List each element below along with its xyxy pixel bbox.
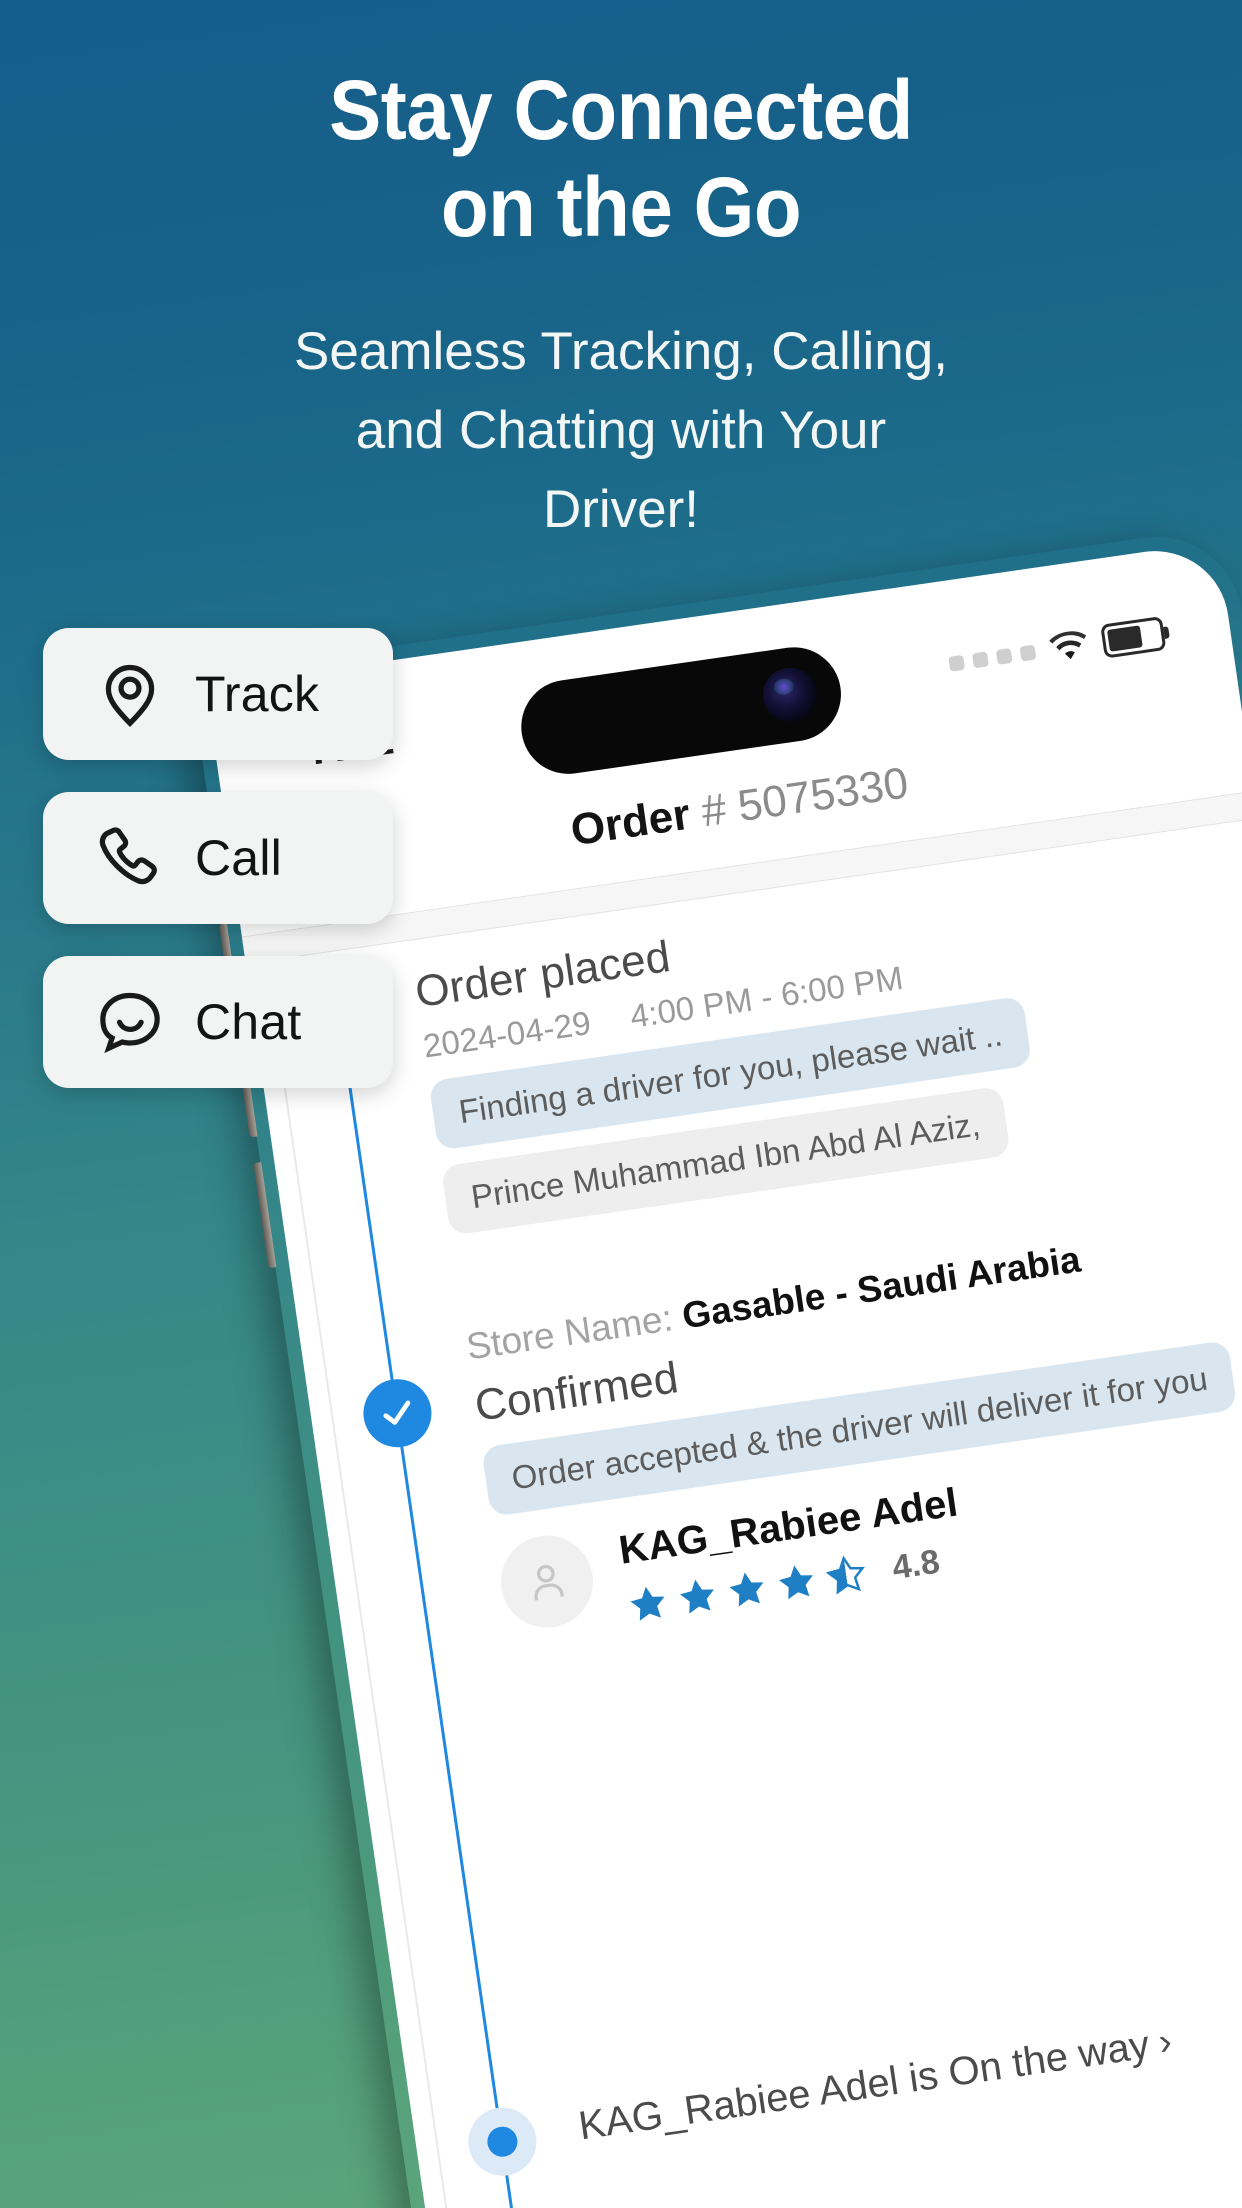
star-icon — [729, 1572, 764, 1607]
star-icon — [630, 1586, 665, 1621]
feature-pill-chat-label: Chat — [195, 994, 302, 1050]
subtitle-line-3: Driver! — [542, 480, 700, 539]
timeline-node-dot — [485, 2124, 520, 2159]
cellular-signal-icon — [948, 644, 1037, 672]
dynamic-island — [515, 641, 848, 781]
promo-screen: Stay Connected on the Go Seamless Tracki… — [0, 0, 1242, 2208]
timeline-step-confirmed: Store Name: Gasable - Saudi Arabia Confi… — [461, 1191, 1242, 1645]
feature-pill-track-label: Track — [195, 666, 320, 722]
rating-value: 4.8 — [889, 1542, 943, 1587]
timeline-node-on-the-way — [463, 2103, 541, 2181]
feature-pill-call[interactable]: Call — [43, 792, 393, 924]
person-icon — [534, 1564, 564, 1601]
battery-icon — [1100, 616, 1167, 659]
headline-line-2: on the Go — [440, 160, 802, 254]
subtitle-line-2: and Chatting with Your — [355, 401, 887, 460]
feature-pill-call-label: Call — [195, 830, 282, 886]
chat-bubble-icon — [93, 985, 167, 1059]
feature-pill-list: Track Call Chat — [43, 628, 393, 1120]
timeline-step-on-the-way[interactable]: KAG_Rabiee Adel is On the way › — [576, 1986, 1242, 2149]
check-icon — [383, 1400, 411, 1425]
feature-pill-chat[interactable]: Chat — [43, 956, 393, 1088]
page-subtitle: Seamless Tracking, Calling, and Chatting… — [78, 312, 1164, 549]
status-bar-indicators — [947, 616, 1167, 681]
timeline-node-confirmed — [358, 1374, 436, 1452]
front-camera-icon — [759, 664, 821, 726]
driver-meta: KAG_Rabiee Adel 4.8 — [616, 1477, 969, 1628]
star-icon — [680, 1579, 714, 1614]
star-icon — [778, 1565, 813, 1600]
page-title: Stay Connected on the Go — [43, 62, 1198, 256]
order-number: # 5075330 — [698, 758, 912, 837]
feature-pill-track[interactable]: Track — [43, 628, 393, 760]
subtitle-line-1: Seamless Tracking, Calling, — [294, 322, 948, 381]
wifi-icon — [1047, 629, 1091, 664]
on-the-way-row[interactable]: KAG_Rabiee Adel is On the way › — [576, 1986, 1242, 2149]
phone-icon — [93, 821, 167, 895]
star-half-icon — [825, 1555, 865, 1595]
headline-line-1: Stay Connected — [329, 63, 913, 157]
chevron-right-icon[interactable]: › — [1156, 2020, 1175, 2064]
location-pin-icon — [93, 657, 167, 731]
on-the-way-title: KAG_Rabiee Adel is On the way — [575, 2022, 1153, 2149]
avatar — [494, 1529, 600, 1634]
phone-volume-down-button[interactable] — [253, 1162, 277, 1269]
order-label: Order — [567, 789, 694, 856]
